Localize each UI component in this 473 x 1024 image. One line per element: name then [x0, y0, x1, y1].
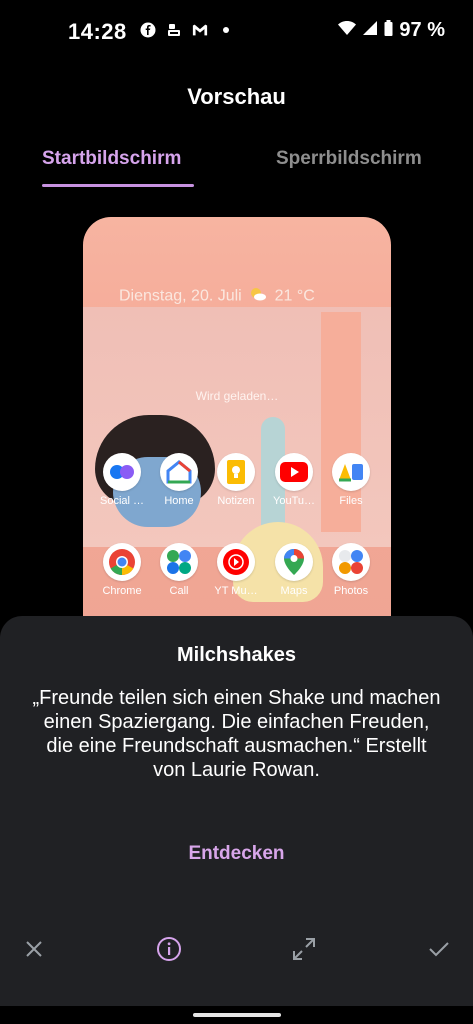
close-icon[interactable]: [19, 934, 49, 964]
app-photos-folder[interactable]: Photos: [320, 543, 382, 597]
gmail-icon: [192, 22, 208, 38]
chrome-icon: [103, 543, 141, 581]
google-home-icon: [160, 453, 198, 491]
check-icon[interactable]: [424, 934, 454, 964]
youtube-icon: [275, 453, 313, 491]
app-maps[interactable]: Maps: [263, 543, 325, 597]
status-time: 14:28: [68, 19, 127, 44]
app-chrome[interactable]: Chrome: [91, 543, 153, 597]
app-social-folder[interactable]: Social …: [91, 453, 153, 507]
hunter-icon: [166, 22, 182, 38]
facebook-icon: [140, 22, 156, 38]
app-files[interactable]: Files: [320, 453, 382, 507]
social-folder-icon: [103, 453, 141, 491]
app-notizen[interactable]: Notizen: [205, 453, 267, 507]
dot-icon: [218, 22, 234, 38]
battery-icon: [384, 19, 393, 42]
signal-icon: [362, 19, 378, 42]
app-youtube[interactable]: YouTu…: [263, 453, 325, 507]
wallpaper-preview[interactable]: Dienstag, 20. Juli 21 °C Wird geladen… S…: [83, 217, 391, 637]
app-home[interactable]: Home: [148, 453, 210, 507]
home-gesture-handle[interactable]: [193, 1013, 281, 1017]
active-tab-indicator: [42, 184, 194, 187]
wallpaper-description: „Freunde teilen sich einen Shake und mac…: [32, 687, 441, 781]
page-title: Vorschau: [187, 84, 286, 109]
keep-notes-icon: [217, 453, 255, 491]
maps-icon: [275, 543, 313, 581]
photos-folder-icon: [332, 543, 370, 581]
explore-link[interactable]: Entdecken: [0, 843, 473, 865]
info-icon[interactable]: [154, 934, 184, 964]
tab-home-screen[interactable]: Startbildschirm: [42, 148, 181, 170]
app-call-folder[interactable]: Call: [148, 543, 210, 597]
wallpaper-info-sheet: Milchshakes „Freunde teilen sich einen S…: [0, 616, 473, 1006]
youtube-music-icon: [217, 543, 255, 581]
status-bar: 14:28 97 %: [0, 0, 473, 64]
wallpaper-title: Milchshakes: [177, 644, 296, 666]
sun-cloud-icon: [249, 287, 267, 306]
battery-percent: 97 %: [399, 19, 445, 41]
files-icon: [332, 453, 370, 491]
status-right: 97 %: [338, 19, 445, 42]
fullscreen-icon[interactable]: [289, 934, 319, 964]
call-folder-icon: [160, 543, 198, 581]
loading-text: Wird geladen…: [195, 389, 279, 403]
gesture-navbar: [0, 1006, 473, 1024]
preview-date-weather: Dienstag, 20. Juli 21 °C: [119, 287, 315, 306]
wifi-icon: [338, 19, 357, 42]
notification-icons: [140, 22, 234, 38]
tab-lock-screen[interactable]: Sperrbildschirm: [276, 148, 422, 170]
app-youtube-music[interactable]: YT Mu…: [205, 543, 267, 597]
